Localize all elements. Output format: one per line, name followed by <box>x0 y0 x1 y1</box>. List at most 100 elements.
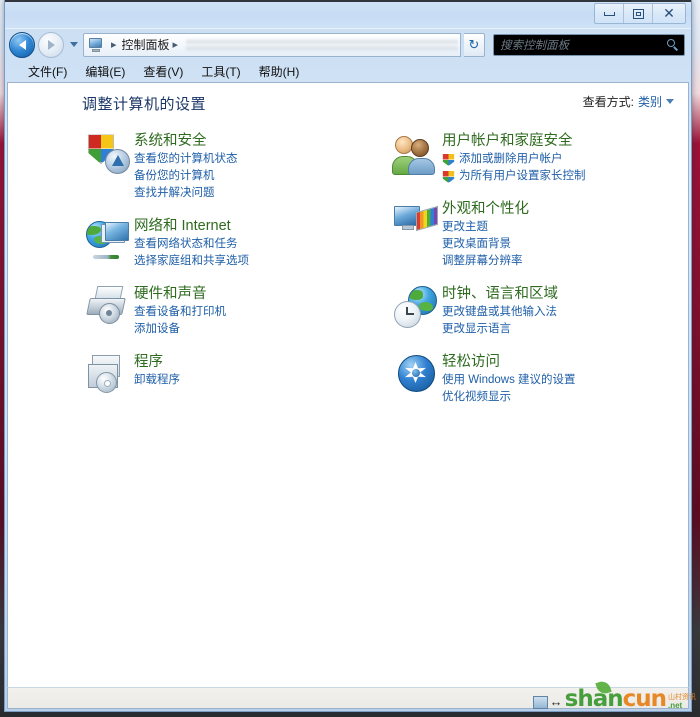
link-label: 更改主题 <box>442 221 488 233</box>
category-title-programs[interactable]: 程序 <box>134 352 163 372</box>
link-label: 卸载程序 <box>134 374 180 386</box>
menu-item-edit[interactable]: 编辑(E) <box>76 61 134 82</box>
category-link[interactable]: 更改显示语言 <box>442 321 688 338</box>
content-pane: 调整计算机的设置 查看方式: 类别 系统和安全 查看您的计算机状态 备份您的计算… <box>7 82 689 687</box>
status-bar <box>7 687 689 709</box>
link-label: 更改桌面背景 <box>442 238 511 250</box>
category-link[interactable]: 备份您的计算机 <box>134 168 380 185</box>
category-title-system-and-security[interactable]: 系统和安全 <box>134 131 207 151</box>
refresh-icon: ↻ <box>468 36 480 52</box>
link-label: 优化视频显示 <box>442 391 511 403</box>
category-hardware-and-sound: 硬件和声音 查看设备和打印机 添加设备 <box>82 284 380 338</box>
refresh-button[interactable]: ↻ <box>464 32 485 57</box>
recent-locations-button[interactable] <box>67 33 80 57</box>
menu-item-view[interactable]: 查看(V) <box>134 61 192 82</box>
link-label: 添加或删除用户帐户 <box>459 153 563 165</box>
category-clock-language-and-region: 时钟、语言和区域 更改键盘或其他输入法 更改显示语言 <box>390 284 688 338</box>
category-title-network-and-internet[interactable]: 网络和 Internet <box>134 216 231 236</box>
category-text: 用户帐户和家庭安全 添加或删除用户帐户 为所有用户设置家长控制 <box>442 131 688 185</box>
link-label: 备份您的计算机 <box>134 170 215 182</box>
breadcrumb-item-control-panel[interactable]: 控制面板 <box>121 36 171 53</box>
programs-cd-icon <box>86 354 130 396</box>
ease-of-access-icon <box>394 354 438 396</box>
category-network-and-internet: 网络和 Internet 查看网络状态和任务 选择家庭组和共享选项 <box>82 216 380 270</box>
category-link[interactable]: 查看您的计算机状态 <box>134 151 380 168</box>
category-link[interactable]: 更改键盘或其他输入法 <box>442 304 688 321</box>
title-bar: ✕ <box>5 0 691 29</box>
address-bar: ▸ 控制面板 ▸ ↻ 搜索控制面板 <box>5 29 691 60</box>
category-icon <box>82 131 134 202</box>
category-text: 外观和个性化 更改主题 更改桌面背景 调整屏幕分辨率 <box>442 199 688 270</box>
link-label: 选择家庭组和共享选项 <box>134 255 249 267</box>
window-controls: ✕ <box>594 3 686 24</box>
forward-arrow-icon <box>47 39 55 50</box>
breadcrumb-separator-2[interactable]: ▸ <box>171 38 183 51</box>
category-link[interactable]: 添加或删除用户帐户 <box>442 151 688 168</box>
minimize-icon <box>603 11 615 16</box>
search-input[interactable]: 搜索控制面板 <box>493 33 685 56</box>
forward-button[interactable] <box>38 31 64 58</box>
category-title-ease-of-access[interactable]: 轻松访问 <box>442 352 500 372</box>
category-text: 时钟、语言和区域 更改键盘或其他输入法 更改显示语言 <box>442 284 688 338</box>
category-ease-of-access: 轻松访问 使用 Windows 建议的设置 优化视频显示 <box>390 352 688 406</box>
category-link[interactable]: 优化视频显示 <box>442 389 688 406</box>
category-grid: 系统和安全 查看您的计算机状态 备份您的计算机 查找并解决问题 网络和 Inte… <box>8 131 688 420</box>
category-link[interactable]: 更改桌面背景 <box>442 236 688 253</box>
menu-item-help[interactable]: 帮助(H) <box>250 61 309 82</box>
uac-shield-icon <box>442 153 455 166</box>
link-label: 查看网络状态和任务 <box>134 238 238 250</box>
category-link[interactable]: 查看网络状态和任务 <box>134 236 380 253</box>
category-title-appearance[interactable]: 外观和个性化 <box>442 199 529 219</box>
minimize-button[interactable] <box>595 4 624 23</box>
category-link[interactable]: 使用 Windows 建议的设置 <box>442 372 688 389</box>
category-link[interactable]: 更改主题 <box>442 219 688 236</box>
link-label: 更改键盘或其他输入法 <box>442 306 557 318</box>
breadcrumb-separator-1: ▸ <box>111 39 117 51</box>
category-text: 轻松访问 使用 Windows 建议的设置 优化视频显示 <box>442 352 688 406</box>
category-link[interactable]: 查找并解决问题 <box>134 185 380 202</box>
category-text: 硬件和声音 查看设备和打印机 添加设备 <box>134 284 380 338</box>
category-user-accounts-and-family-safety: 用户帐户和家庭安全 添加或删除用户帐户 为所有用户设置家长控制 <box>390 131 688 185</box>
back-button[interactable] <box>9 31 35 58</box>
menu-item-tools[interactable]: 工具(T) <box>192 61 249 82</box>
category-icon <box>390 131 442 185</box>
category-link[interactable]: 查看设备和打印机 <box>134 304 380 321</box>
control-panel-window: ✕ ▸ 控制面板 ▸ ↻ 搜索控制面板 文件(F) 编辑(E) 查看(V) 工具… <box>4 0 692 712</box>
chevron-down-icon[interactable] <box>666 99 674 104</box>
restore-button[interactable] <box>624 4 653 23</box>
printer-icon <box>86 286 130 328</box>
category-system-and-security: 系统和安全 查看您的计算机状态 备份您的计算机 查找并解决问题 <box>82 131 380 202</box>
category-title-clock-language-region[interactable]: 时钟、语言和区域 <box>442 284 558 304</box>
link-label: 查看您的计算机状态 <box>134 153 238 165</box>
category-title-user-accounts[interactable]: 用户帐户和家庭安全 <box>442 131 573 151</box>
category-link[interactable]: 卸载程序 <box>134 372 380 389</box>
category-programs: 程序 卸载程序 <box>82 352 380 396</box>
search-icon <box>666 38 680 52</box>
category-appearance-and-personalization: 外观和个性化 更改主题 更改桌面背景 调整屏幕分辨率 <box>390 199 688 270</box>
view-by-value[interactable]: 类别 <box>638 93 662 110</box>
category-icon <box>82 216 134 270</box>
network-globe-icon <box>86 218 130 260</box>
breadcrumb-blurred-region <box>186 37 458 52</box>
category-link[interactable]: 调整屏幕分辨率 <box>442 253 688 270</box>
link-label: 查找并解决问题 <box>134 187 215 199</box>
appearance-monitor-icon <box>394 201 438 243</box>
category-link[interactable]: 选择家庭组和共享选项 <box>134 253 380 270</box>
view-by-label: 查看方式: <box>582 95 634 109</box>
category-icon <box>82 284 134 338</box>
menu-bar: 文件(F) 编辑(E) 查看(V) 工具(T) 帮助(H) <box>5 60 691 82</box>
view-by-control: 查看方式: 类别 <box>583 93 674 110</box>
uac-shield-icon <box>442 170 455 183</box>
category-icon <box>82 352 134 396</box>
category-link[interactable]: 为所有用户设置家长控制 <box>442 168 688 185</box>
close-button[interactable]: ✕ <box>653 4 685 23</box>
category-icon <box>390 284 442 338</box>
category-title-hardware-and-sound[interactable]: 硬件和声音 <box>134 284 207 304</box>
link-label: 查看设备和打印机 <box>134 306 226 318</box>
breadcrumb[interactable]: ▸ 控制面板 ▸ <box>83 32 461 57</box>
category-link[interactable]: 添加设备 <box>134 321 380 338</box>
category-icon <box>390 352 442 406</box>
menu-item-file[interactable]: 文件(F) <box>19 61 76 82</box>
back-arrow-icon <box>18 39 26 50</box>
link-label: 调整屏幕分辨率 <box>442 255 523 267</box>
